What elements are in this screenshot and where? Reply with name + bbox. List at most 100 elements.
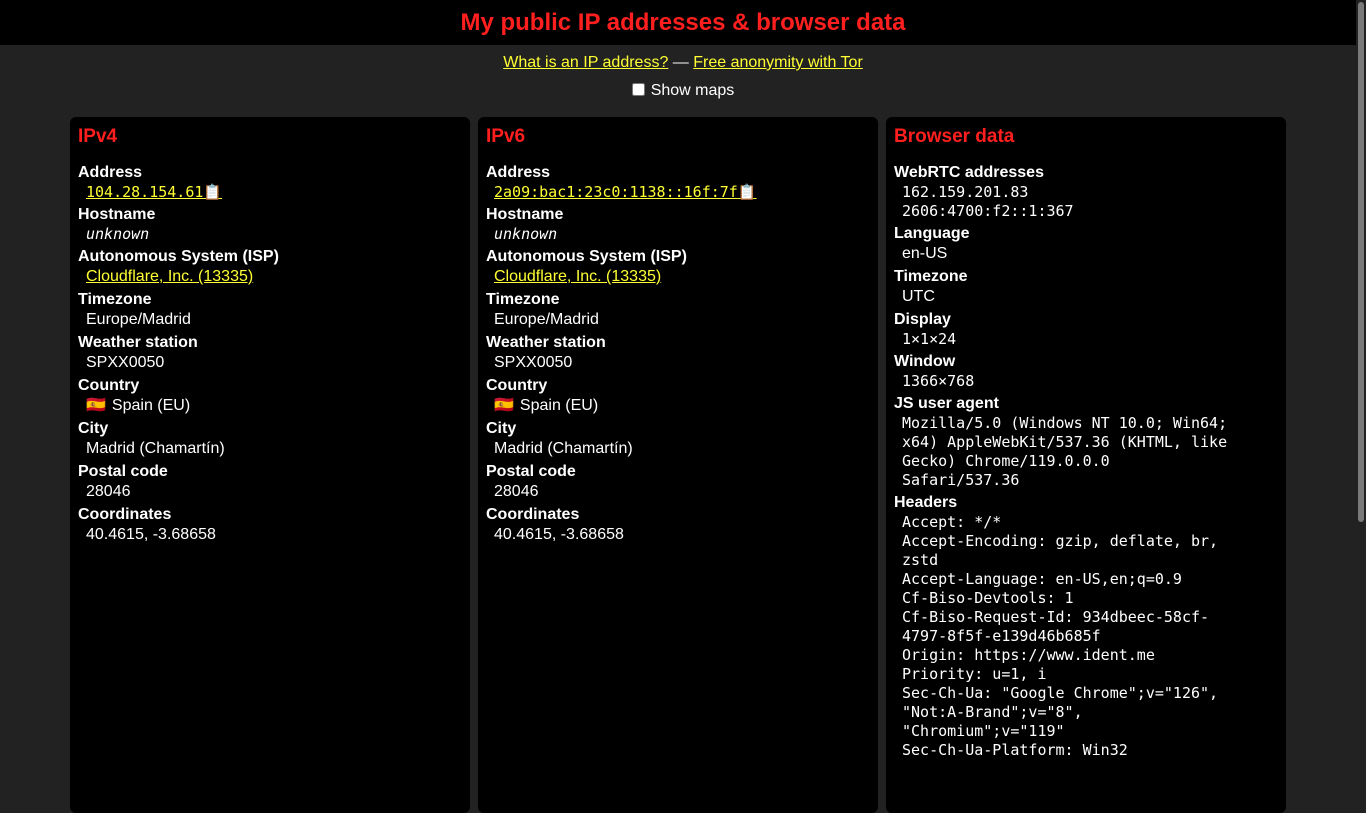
user-agent-label: JS user agent (894, 395, 999, 412)
what-is-ip-link[interactable]: What is an IP address? (503, 54, 668, 71)
header-line: "Not:A-Brand";v="8", (902, 703, 1083, 721)
user-agent-value: Mozilla/5.0 (Windows NT 10.0; Win64; x64… (894, 414, 1278, 490)
header-line: 4797-8f5f-e139d46b685f (902, 627, 1101, 645)
webrtc-label: WebRTC addresses (894, 164, 1044, 181)
ipv6-hostname-label: Hostname (486, 206, 564, 223)
header-line: Cf-Biso-Request-Id: 934dbeec-58cf- (902, 608, 1210, 626)
language-label: Language (894, 225, 970, 242)
user-agent-line: Mozilla/5.0 (Windows NT 10.0; Win64; (902, 414, 1228, 432)
ipv6-city: Madrid (Chamartín) (494, 440, 633, 457)
spain-flag-icon: 🇪🇸 (494, 397, 514, 414)
ipv6-postal: 28046 (494, 483, 539, 500)
header-line: Sec-Ch-Ua: "Google Chrome";v="126", (902, 684, 1219, 702)
browser-timezone-value: UTC (902, 288, 935, 305)
ipv6-coords: 40.4615, -3.68658 (494, 526, 624, 543)
header-line: Origin: https://www.ident.me (902, 646, 1155, 664)
tor-link[interactable]: Free anonymity with Tor (693, 54, 863, 71)
ipv6-address-value: 2a09:bac1:23c0:1138::16f:7f📋 (486, 183, 870, 202)
language-value: en-US (902, 245, 948, 262)
browser-timezone-label: Timezone (894, 268, 968, 285)
clipboard-icon[interactable]: 📋 (203, 183, 222, 201)
header-item: Sec-Ch-Ua: "Google Chrome";v="126", "Not… (894, 684, 1278, 741)
header-line: Accept-Language: en-US,en;q=0.9 (902, 570, 1182, 588)
ipv4-city: Madrid (Chamartín) (86, 440, 225, 457)
ipv4-weather: SPXX0050 (86, 354, 165, 371)
display-label: Display (894, 311, 951, 328)
ipv4-hostname-label: Hostname (78, 206, 156, 223)
header-item: Origin: https://www.ident.me (894, 646, 1278, 665)
ipv4-address-value: 104.28.154.61📋 (78, 183, 462, 202)
ipv4-postal-label: Postal code (78, 463, 168, 480)
ipv4-coords-label: Coordinates (78, 506, 172, 523)
header-line: Cf-Biso-Devtools: 1 (902, 589, 1074, 607)
headers-list: Accept: */* Accept-Encoding: gzip, defla… (894, 513, 1278, 760)
browser-heading: Browser data (894, 126, 1015, 147)
window-value: 1366×768 (902, 372, 975, 390)
links-separator: — (668, 54, 694, 71)
ipv4-postal: 28046 (86, 483, 131, 500)
ipv4-isp-label: Autonomous System (ISP) (78, 248, 279, 265)
page-title: My public IP addresses & browser data (460, 8, 906, 36)
user-agent-line: Gecko) Chrome/119.0.0.0 (902, 452, 1110, 470)
window-label: Window (894, 353, 956, 370)
user-agent-line: Safari/537.36 (902, 471, 1020, 489)
ipv6-postal-label: Postal code (486, 463, 576, 480)
ipv4-heading: IPv4 (78, 126, 118, 147)
ipv6-isp-label: Autonomous System (ISP) (486, 248, 687, 265)
ipv4-city-label: City (78, 420, 109, 437)
maps-toggle: Show maps (0, 81, 1366, 101)
header-line: Accept: */* (902, 513, 1002, 531)
ipv6-hostname: unknown (494, 225, 558, 243)
ipv4-hostname: unknown (86, 225, 150, 243)
ipv4-timezone: Europe/Madrid (86, 311, 191, 328)
show-maps-label[interactable]: Show maps (651, 82, 735, 99)
ipv6-address: 2a09:bac1:23c0:1138::16f:7f (494, 183, 738, 201)
header-line: Accept-Encoding: gzip, deflate, br, (902, 532, 1219, 550)
header-item: Cf-Biso-Request-Id: 934dbeec-58cf- 4797-… (894, 608, 1278, 646)
ipv6-card: IPv6 Address 2a09:bac1:23c0:1138::16f:7f… (478, 117, 878, 813)
clipboard-icon[interactable]: 📋 (738, 183, 757, 201)
user-agent-line: x64) AppleWebKit/537.36 (KHTML, like (902, 433, 1228, 451)
ipv4-timezone-label: Timezone (78, 291, 152, 308)
scrollbar-thumb[interactable] (1358, 2, 1364, 522)
spain-flag-icon: 🇪🇸 (86, 397, 106, 414)
ipv6-address-label: Address (486, 164, 551, 181)
ipv4-isp-value: Cloudflare, Inc. (13335) (78, 267, 462, 287)
page-header: My public IP addresses & browser data (0, 0, 1366, 45)
header-item: Priority: u=1, i (894, 665, 1278, 684)
ipv4-country-value: 🇪🇸 Spain (EU) (78, 396, 462, 416)
ipv6-isp-link[interactable]: Cloudflare, Inc. (13335) (494, 268, 661, 285)
ipv4-address-link[interactable]: 104.28.154.61📋 (86, 183, 222, 201)
webrtc-address-1: 162.159.201.83 (902, 183, 1029, 201)
ipv6-coords-label: Coordinates (486, 506, 580, 523)
ipv4-country: Spain (EU) (111, 397, 191, 414)
ipv6-address-link[interactable]: 2a09:bac1:23c0:1138::16f:7f📋 (494, 183, 757, 201)
ipv4-address: 104.28.154.61 (86, 183, 204, 201)
ipv4-weather-label: Weather station (78, 334, 198, 351)
header-item: Accept-Encoding: gzip, deflate, br, zstd (894, 532, 1278, 570)
webrtc-address-2: 2606:4700:f2::1:367 (902, 202, 1074, 220)
ipv6-country-value: 🇪🇸 Spain (EU) (486, 396, 870, 416)
show-maps-checkbox[interactable] (631, 83, 645, 96)
header-line: zstd (902, 551, 939, 569)
ipv4-address-label: Address (78, 164, 143, 181)
ipv6-isp-value: Cloudflare, Inc. (13335) (486, 267, 870, 287)
header-line: "Chromium";v="119" (902, 722, 1065, 740)
ipv4-country-label: Country (78, 377, 140, 394)
ipv6-timezone: Europe/Madrid (494, 311, 599, 328)
top-links: What is an IP address? — Free anonymity … (0, 53, 1366, 73)
ipv6-country: Spain (EU) (519, 397, 599, 414)
ipv6-city-label: City (486, 420, 517, 437)
ipv6-country-label: Country (486, 377, 548, 394)
header-item: Cf-Biso-Devtools: 1 (894, 589, 1278, 608)
ipv4-isp-link[interactable]: Cloudflare, Inc. (13335) (86, 268, 253, 285)
ipv6-heading: IPv6 (486, 126, 526, 147)
page-scrollbar[interactable] (1356, 0, 1366, 768)
header-item: Accept-Language: en-US,en;q=0.9 (894, 570, 1278, 589)
cards-container: IPv4 Address 104.28.154.61📋 Hostname unk… (70, 117, 1286, 813)
headers-label: Headers (894, 494, 958, 511)
ipv4-card: IPv4 Address 104.28.154.61📋 Hostname unk… (70, 117, 470, 813)
display-value: 1×1×24 (902, 330, 957, 348)
header-item: Sec-Ch-Ua-Platform: Win32 (894, 741, 1278, 760)
ipv6-timezone-label: Timezone (486, 291, 560, 308)
